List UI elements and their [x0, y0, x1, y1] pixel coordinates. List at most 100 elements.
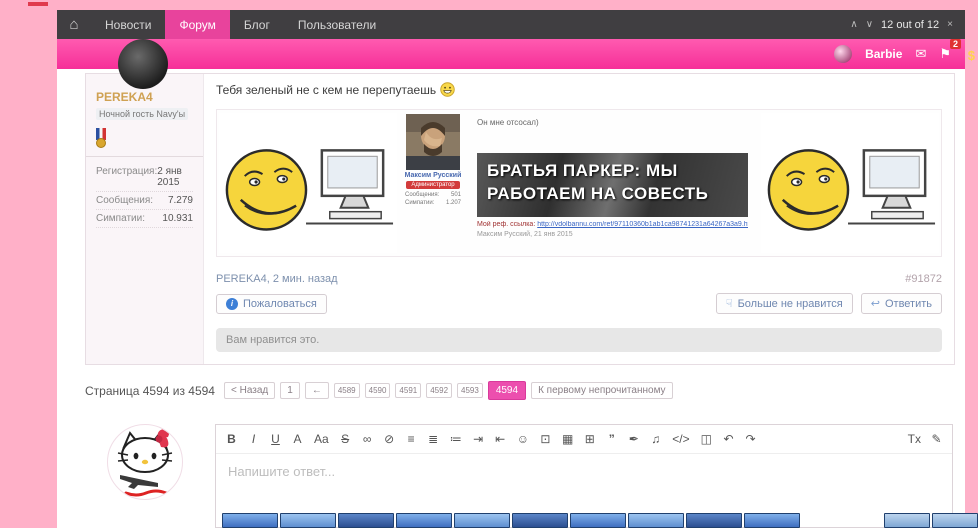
medal-coin	[96, 138, 106, 148]
unlike-button[interactable]: ☟ Больше не нравится	[716, 293, 853, 314]
taskbar-window-tile[interactable]	[628, 513, 684, 528]
stat-label: Сообщения:	[96, 195, 153, 206]
quoted-author-name[interactable]: Максим Русский	[405, 172, 462, 179]
taskbar-window-tile[interactable]	[744, 513, 800, 528]
page-button[interactable]: 4593	[457, 383, 483, 398]
music-icon[interactable]: ♫	[650, 432, 661, 446]
meme-image-right	[761, 112, 939, 254]
taskbar-window-tile[interactable]	[222, 513, 278, 528]
alerts-flag[interactable]: ⚑ 2	[939, 45, 951, 63]
quoted-message-body: Он мне отсосал) БРАТЬЯ ПАРКЕР: МЫ РАБОТА…	[469, 112, 756, 254]
pagination: Страница 4594 из 4594 < Назад 1 ← 4589 4…	[85, 381, 965, 400]
taskbar-window-tile[interactable]	[454, 513, 510, 528]
taskbar-window-tile[interactable]	[932, 513, 978, 528]
page-button[interactable]: 4589	[334, 383, 360, 398]
link-icon[interactable]: ∞	[362, 432, 373, 446]
code-icon[interactable]: </>	[672, 432, 689, 446]
indent-icon[interactable]: ⇥	[473, 432, 484, 446]
taskbar-window-tile[interactable]	[570, 513, 626, 528]
taskbar-window-tile[interactable]	[338, 513, 394, 528]
dollar-icon[interactable]: $	[968, 48, 975, 63]
current-page-button[interactable]: 4594	[488, 381, 526, 400]
underline-icon[interactable]: U	[270, 432, 281, 446]
spoiler-icon[interactable]: ✒	[628, 432, 639, 446]
unordered-list-icon[interactable]: ≔	[450, 432, 462, 446]
grin-emoji-icon	[440, 82, 455, 97]
taskbar-window-tile[interactable]	[512, 513, 568, 528]
stat-value[interactable]: 7.279	[168, 195, 193, 206]
author-title: Ночной гость Navy'ы	[96, 108, 188, 120]
quote-icon[interactable]: ”	[606, 432, 617, 446]
reply-label: Ответить	[885, 298, 932, 310]
media-icon[interactable]: ▦	[562, 432, 573, 446]
reply-button[interactable]: ↩ Ответить	[861, 293, 942, 314]
post-card: PEREKA4 Ночной гость Navy'ы Регистрация:…	[85, 73, 955, 365]
skip-pages-button[interactable]: ←	[305, 382, 329, 399]
nav-item-users[interactable]: Пользователи	[284, 10, 390, 39]
back-page-button[interactable]: < Назад	[224, 382, 275, 399]
stat-value[interactable]: 10.931	[162, 213, 193, 224]
inbox-icon[interactable]: ✉	[915, 46, 926, 62]
page-button[interactable]: 4590	[365, 383, 391, 398]
page-button[interactable]: 4591	[395, 383, 421, 398]
post-message-text: Тебя зеленый не с кем не перепутаешь	[216, 82, 942, 97]
find-close-icon[interactable]: ×	[947, 19, 953, 30]
quoted-author-photo[interactable]	[406, 114, 460, 170]
bold-icon[interactable]: B	[226, 432, 237, 446]
nav-item-news[interactable]: Новости	[91, 10, 165, 39]
report-label: Пожаловаться	[243, 298, 317, 310]
table-icon[interactable]: ⊞	[584, 432, 595, 446]
taskbar-window-tile[interactable]	[884, 513, 930, 528]
mini-stat-label: Сообщения:	[405, 192, 439, 198]
ordered-list-icon[interactable]: ≣	[428, 432, 439, 446]
mini-stat-value: 1.207	[446, 200, 461, 206]
taskbar-window-tile[interactable]	[396, 513, 452, 528]
italic-icon[interactable]: I	[248, 432, 259, 446]
post-number-link[interactable]: #91872	[905, 273, 942, 285]
home-icon[interactable]: ⌂	[57, 10, 91, 39]
quote-attribution[interactable]: Максим Русский, 21 янв 2015	[477, 231, 748, 238]
author-name[interactable]: PEREKA4	[96, 90, 193, 104]
thumb-down-icon: ☟	[726, 297, 733, 310]
admin-badge: Администратор	[406, 181, 460, 189]
first-unread-button[interactable]: К первому непрочитанному	[531, 382, 673, 399]
find-next-icon[interactable]: ∨	[866, 19, 873, 30]
post-actions: i Пожаловаться ☟ Больше не нравится ↩ От…	[216, 293, 942, 314]
taskbar-right	[884, 513, 978, 528]
strikethrough-icon[interactable]: S	[340, 432, 351, 446]
account-avatar[interactable]	[834, 45, 852, 63]
first-page-button[interactable]: 1	[280, 382, 300, 399]
bbcode-toggle-icon[interactable]: ✎	[931, 432, 942, 446]
find-prev-icon[interactable]: ∧	[850, 19, 857, 30]
post-actions-right: ☟ Больше не нравится ↩ Ответить	[716, 293, 942, 314]
post-body: Тебя зеленый не с кем не перепутаешь	[204, 74, 954, 364]
current-user-avatar[interactable]	[107, 424, 183, 500]
smilies-icon[interactable]: ☺	[517, 432, 529, 446]
font-size-icon[interactable]: Aa	[314, 432, 329, 446]
undo-icon[interactable]: ↶	[723, 432, 734, 446]
nav-spacer	[390, 10, 838, 39]
nav-item-forum[interactable]: Форум	[165, 10, 229, 39]
nav-item-blog[interactable]: Блог	[230, 10, 284, 39]
author-avatar[interactable]	[118, 39, 168, 89]
stat-row-likes: Симпатии: 10.931	[96, 210, 193, 228]
site-container: ⌂ Новости Форум Блог Пользователи ∧ ∨ 1 2…	[57, 10, 965, 528]
redo-icon[interactable]: ↷	[745, 432, 756, 446]
remove-format-icon[interactable]: Tx	[908, 432, 921, 446]
outdent-icon[interactable]: ⇤	[495, 432, 506, 446]
report-button[interactable]: i Пожаловаться	[216, 294, 327, 314]
page-button[interactable]: 4592	[426, 383, 452, 398]
stat-label: Симпатии:	[96, 213, 145, 224]
text-color-icon[interactable]: A	[292, 432, 303, 446]
post-author-time-link[interactable]: PEREKA4, 2 мин. назад	[216, 273, 338, 285]
image-icon[interactable]: ⊡	[540, 432, 551, 446]
taskbar-window-tile[interactable]	[686, 513, 742, 528]
drafts-icon[interactable]: ◫	[701, 432, 712, 446]
account-username[interactable]: Barbie	[865, 47, 902, 61]
content-area: PEREKA4 Ночной гость Navy'ы Регистрация:…	[57, 69, 965, 528]
unlink-icon[interactable]: ⊘	[384, 432, 395, 446]
ref-link[interactable]: http://vdolbannu.com/ref/97110360b1ab1ca…	[537, 221, 748, 228]
alerts-count-badge: 2	[950, 39, 961, 49]
taskbar-window-tile[interactable]	[280, 513, 336, 528]
align-icon[interactable]: ≡	[406, 432, 417, 446]
